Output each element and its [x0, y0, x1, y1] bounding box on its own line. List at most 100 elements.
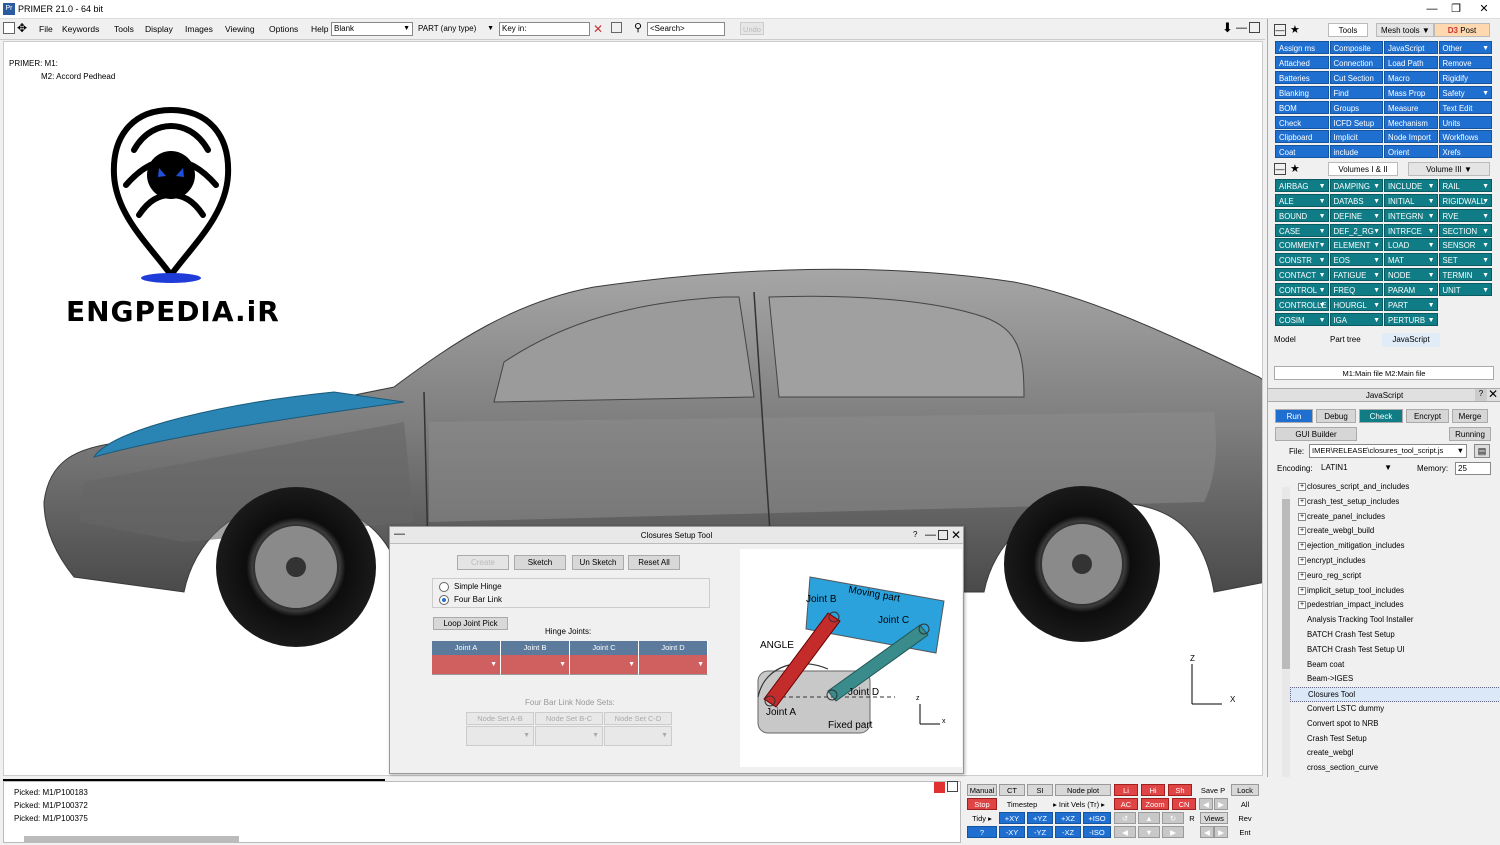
move-icon[interactable]: ✥: [17, 21, 27, 35]
error-indicator-icon[interactable]: [934, 782, 945, 793]
tool-composite-button[interactable]: Composite: [1329, 41, 1383, 54]
memory-input[interactable]: 25: [1455, 462, 1491, 475]
rotate-right-icon[interactable]: ↻: [1162, 812, 1184, 824]
tree-script-item[interactable]: Beam coat: [1290, 658, 1500, 673]
tool-assign-ms-button[interactable]: Assign ms: [1275, 41, 1329, 54]
keyword-set-button[interactable]: SET ▼: [1438, 253, 1492, 267]
keyword-damping-button[interactable]: DAMPING ▼: [1329, 179, 1383, 192]
ent-button[interactable]: Ent: [1231, 826, 1259, 838]
node-set-ab-select[interactable]: ▼: [466, 726, 534, 746]
views-button[interactable]: Views: [1200, 812, 1228, 824]
keyword-perturb-button[interactable]: PERTURB ▼: [1384, 312, 1438, 326]
expand-plus-icon[interactable]: +: [1298, 512, 1306, 521]
tool-cut-section-button[interactable]: Cut Section: [1329, 70, 1383, 84]
tool-rigidify-button[interactable]: Rigidify: [1438, 70, 1492, 84]
node-set-cd-select[interactable]: ▼: [604, 726, 672, 746]
expand-plus-icon[interactable]: +: [1298, 482, 1306, 491]
tab-volumes-1-2[interactable]: Volumes I & II: [1328, 162, 1398, 176]
up-arrow-icon[interactable]: ▲: [1138, 812, 1160, 824]
model-files-bar[interactable]: M1:Main file M2:Main file: [1274, 366, 1494, 380]
gui-builder-button[interactable]: GUI Builder: [1275, 427, 1357, 441]
part-type-select[interactable]: PART (any type) ▼: [415, 22, 497, 36]
expand-plus-icon[interactable]: +: [1298, 556, 1306, 565]
keyword-def-2-rg-button[interactable]: DEF_2_RG ▼: [1329, 223, 1383, 237]
dialog-close-icon[interactable]: ✕: [951, 528, 961, 542]
menu-options[interactable]: Options: [269, 24, 298, 34]
joint-a-select[interactable]: ▼: [432, 655, 501, 675]
tree-folder[interactable]: + implicit_setup_tool_includes: [1290, 584, 1500, 599]
keyword-freq-button[interactable]: FREQ ▼: [1329, 282, 1383, 296]
tool-other-button[interactable]: Other ▼: [1438, 41, 1492, 54]
check-button[interactable]: Check: [1359, 409, 1403, 423]
tab-volume-3[interactable]: Volume III ▼: [1408, 162, 1490, 176]
help-icon[interactable]: ?: [913, 530, 917, 539]
keyword-fatigue-button[interactable]: FATIGUE ▼: [1329, 268, 1383, 282]
plus-xy-button[interactable]: +XY: [999, 812, 1025, 824]
minus-yz-button[interactable]: -YZ: [1027, 826, 1053, 838]
collapse-tools-icon[interactable]: —: [1274, 24, 1286, 36]
arrow-down-icon[interactable]: ⬇: [1222, 20, 1233, 36]
tool-mass-prop-button[interactable]: Mass Prop: [1384, 85, 1438, 99]
message-maximize-icon[interactable]: [947, 781, 958, 792]
save-p-button[interactable]: Save P: [1197, 784, 1229, 796]
tool-coat-button[interactable]: Coat: [1275, 145, 1329, 159]
keyword-node-button[interactable]: NODE ▼: [1384, 268, 1438, 282]
tool-blanking-button[interactable]: Blanking: [1275, 85, 1329, 99]
javascript-help-icon[interactable]: ?: [1475, 389, 1487, 401]
tree-script-item[interactable]: Convert LSTC dummy: [1290, 702, 1500, 717]
joint-c-select[interactable]: ▼: [570, 655, 639, 675]
lock-button[interactable]: Lock: [1231, 784, 1259, 796]
keyword-rigidwall-button[interactable]: RIGIDWALL ▼: [1438, 193, 1492, 207]
init-vels-button[interactable]: ▸ Init Vels (Tr) ▸: [1047, 798, 1111, 810]
keyword-section-button[interactable]: SECTION ▼: [1438, 223, 1492, 237]
un-sketch-button[interactable]: Un Sketch: [572, 555, 624, 570]
expand-plus-icon[interactable]: +: [1298, 571, 1306, 580]
key-in-input[interactable]: Key in:: [499, 22, 590, 36]
clear-icon[interactable]: ✕: [593, 22, 603, 36]
undo-button[interactable]: Undo: [740, 22, 764, 35]
reset-all-button[interactable]: Reset All: [628, 555, 680, 570]
keyword-param-button[interactable]: PARAM ▼: [1384, 282, 1438, 296]
menu-viewing[interactable]: Viewing: [225, 24, 255, 34]
tab-tools[interactable]: Tools: [1328, 23, 1368, 37]
tab-model[interactable]: Model: [1274, 335, 1296, 344]
keyword-include-button[interactable]: INCLUDE ▼: [1384, 179, 1438, 192]
tool-orient-button[interactable]: Orient: [1384, 145, 1438, 159]
keyword-initial-button[interactable]: INITIAL ▼: [1384, 193, 1438, 207]
blank-select[interactable]: Blank ▼: [331, 22, 413, 36]
tool-load-path-button[interactable]: Load Path: [1384, 55, 1438, 69]
tool-bom-button[interactable]: BOM: [1275, 100, 1329, 114]
keyword-termin-button[interactable]: TERMIN ▼: [1438, 268, 1492, 282]
favourite-star-icon[interactable]: ★: [1290, 23, 1300, 36]
tree-script-item[interactable]: Beam->IGES: [1290, 672, 1500, 687]
tool-safety-button[interactable]: Safety ▼: [1438, 85, 1492, 99]
keyword-case-button[interactable]: CASE ▼: [1275, 223, 1329, 237]
keyword-intrfce-button[interactable]: INTRFCE ▼: [1384, 223, 1438, 237]
expand-plus-icon[interactable]: +: [1298, 586, 1306, 595]
keyword-control-button[interactable]: CONTROL ▼: [1275, 282, 1329, 296]
tool-clipboard-button[interactable]: Clipboard: [1275, 130, 1329, 144]
keyword-databs-button[interactable]: DATABS ▼: [1329, 193, 1383, 207]
tree-scrollbar[interactable]: [1282, 487, 1290, 819]
tool-connection-button[interactable]: Connection: [1329, 55, 1383, 69]
dialog-maximize-icon[interactable]: [938, 530, 948, 540]
tree-script-item[interactable]: Analysis Tracking Tool Installer: [1290, 613, 1500, 628]
keyword-airbag-button[interactable]: AIRBAG ▼: [1275, 179, 1329, 192]
open-file-icon[interactable]: ▤: [1474, 444, 1490, 458]
joint-d-select[interactable]: ▼: [639, 655, 708, 675]
four-bar-link-radio[interactable]: [439, 595, 449, 605]
tree-script-item[interactable]: BATCH Crash Test Setup: [1290, 628, 1500, 643]
run-button[interactable]: Run: [1275, 409, 1313, 423]
plus-yz-button[interactable]: +YZ: [1027, 812, 1053, 824]
li-button[interactable]: Li: [1114, 784, 1138, 796]
tool-include-button[interactable]: include: [1329, 145, 1383, 159]
keyword-cosim-button[interactable]: COSIM ▼: [1275, 312, 1329, 326]
sh-button[interactable]: Sh: [1168, 784, 1192, 796]
menu-display[interactable]: Display: [145, 24, 173, 34]
keyword-comment-button[interactable]: COMMENT ▼: [1275, 238, 1329, 252]
tree-scrollbar-thumb[interactable]: [1282, 499, 1290, 669]
keyword-contact-button[interactable]: CONTACT ▼: [1275, 268, 1329, 282]
maximize-icon[interactable]: ❐: [1444, 2, 1468, 16]
tool-workflows-button[interactable]: Workflows: [1438, 130, 1492, 144]
view-next-icon[interactable]: ▶: [1214, 826, 1228, 838]
